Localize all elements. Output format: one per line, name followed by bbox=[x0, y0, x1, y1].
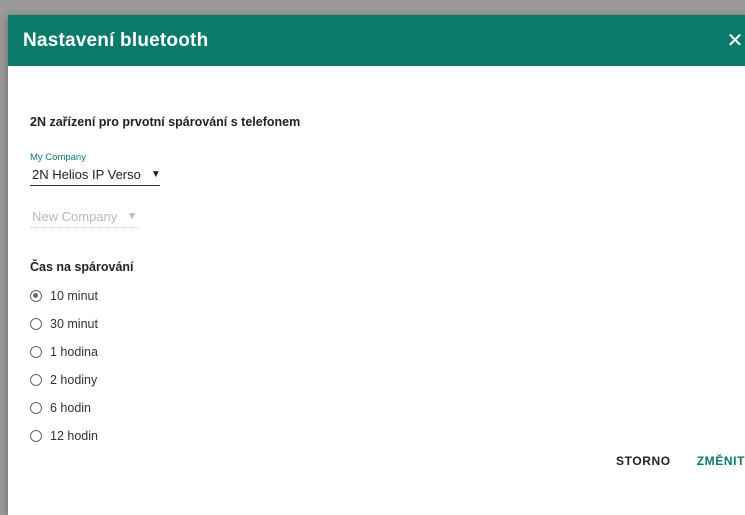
close-icon[interactable]: ✕ bbox=[720, 31, 745, 51]
company-field: My Company 2N Helios IP Verso ▼ bbox=[30, 152, 161, 186]
radio-label: 6 hodin bbox=[50, 401, 92, 415]
radio-label: 2 hodiny bbox=[50, 373, 98, 387]
radio-checked-icon[interactable] bbox=[30, 290, 42, 302]
bluetooth-settings-dialog: Nastavení bluetooth ✕ 2N zařízení pro pr… bbox=[8, 15, 745, 515]
chevron-down-icon: ▼ bbox=[150, 169, 161, 180]
new-company-placeholder: New Company bbox=[32, 209, 118, 224]
dialog-header: Nastavení bluetooth ✕ bbox=[8, 15, 745, 66]
device-select-value: 2N Helios IP Verso bbox=[32, 167, 141, 182]
new-company-select: New Company ▼ bbox=[30, 207, 140, 228]
radio-option-10-minut[interactable]: 10 minut bbox=[30, 289, 98, 303]
radio-label: 30 minut bbox=[50, 317, 98, 331]
dialog-actions: STORNO ZMĚNIT bbox=[616, 454, 745, 468]
radio-label: 1 hodina bbox=[50, 345, 98, 359]
radio-icon[interactable] bbox=[30, 430, 42, 442]
radio-icon[interactable] bbox=[30, 402, 42, 414]
pairing-time-title: Čas na spárování bbox=[30, 260, 134, 274]
radio-label: 12 hodin bbox=[50, 429, 98, 443]
radio-option-1-hodina[interactable]: 1 hodina bbox=[30, 345, 98, 359]
radio-option-2-hodiny[interactable]: 2 hodiny bbox=[30, 373, 97, 387]
company-label: My Company bbox=[30, 152, 86, 163]
radio-label: 10 minut bbox=[50, 289, 98, 303]
pairing-section-title: 2N zařízení pro prvotní spárování s tele… bbox=[30, 115, 301, 129]
chevron-down-icon: ▼ bbox=[127, 211, 138, 222]
device-select[interactable]: 2N Helios IP Verso ▼ bbox=[30, 165, 161, 186]
radio-icon[interactable] bbox=[30, 318, 42, 330]
radio-icon[interactable] bbox=[30, 346, 42, 358]
radio-option-12-hodin[interactable]: 12 hodin bbox=[30, 429, 98, 443]
radio-option-6-hodin[interactable]: 6 hodin bbox=[30, 401, 91, 415]
radio-option-30-minut[interactable]: 30 minut bbox=[30, 317, 98, 331]
cancel-button[interactable]: STORNO bbox=[616, 454, 671, 468]
dialog-title: Nastavení bluetooth bbox=[23, 29, 209, 51]
new-company-field: New Company ▼ bbox=[30, 207, 140, 228]
confirm-button[interactable]: ZMĚNIT bbox=[697, 454, 745, 468]
radio-icon[interactable] bbox=[30, 374, 42, 386]
